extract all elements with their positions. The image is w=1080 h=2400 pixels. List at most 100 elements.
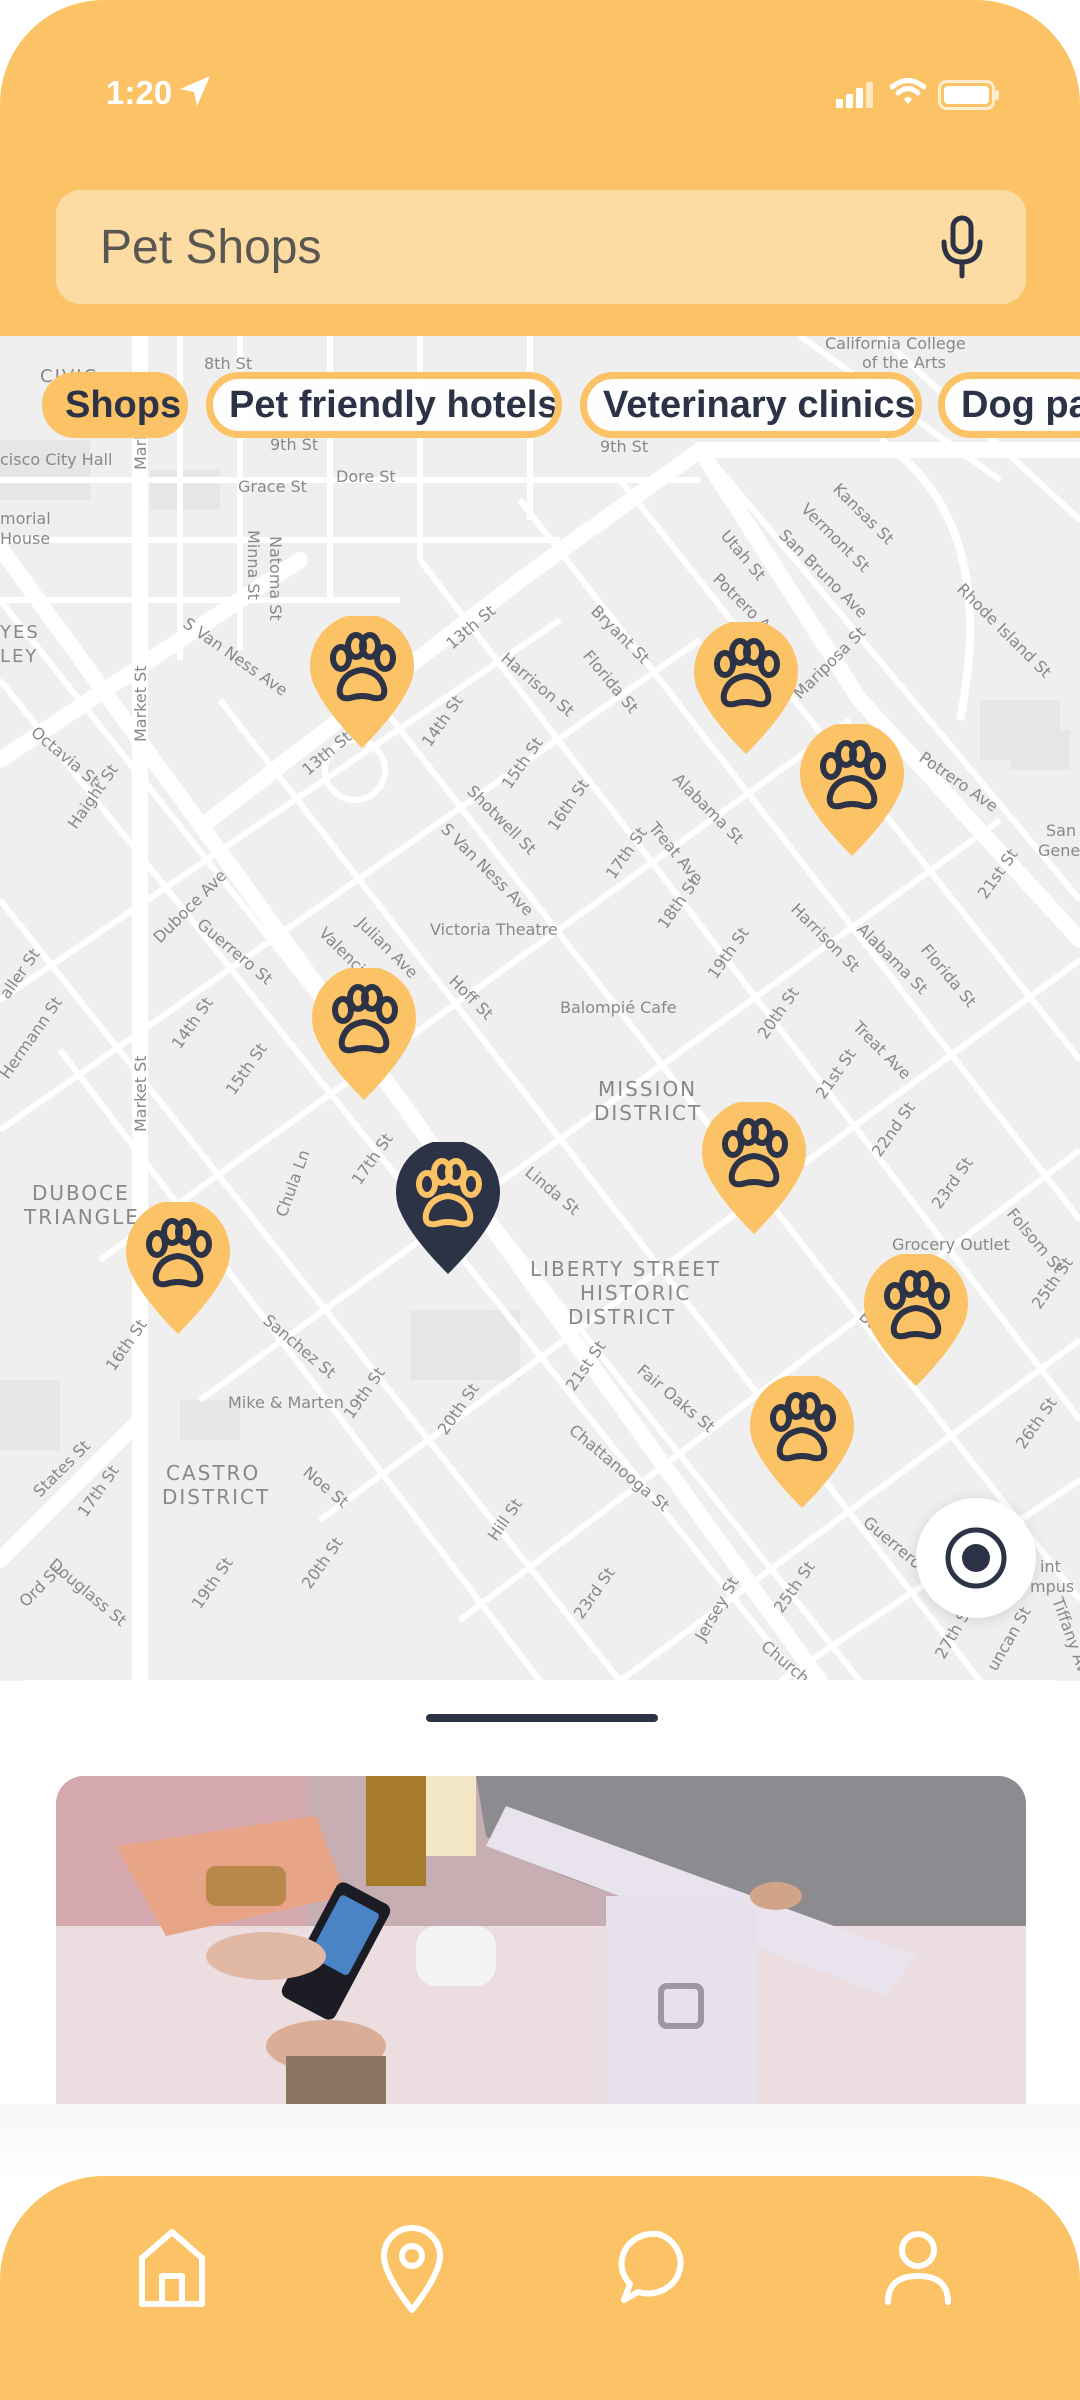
- wifi-icon: [890, 78, 926, 104]
- map-label: DISTRICT: [162, 1485, 270, 1509]
- map-label: Gener: [1038, 841, 1080, 860]
- map-label: Ord St: [15, 1562, 64, 1611]
- map-label: San Bruno Ave: [775, 525, 871, 621]
- map-label: Dore St: [336, 467, 396, 486]
- map-label: 26th St: [1012, 1394, 1061, 1453]
- filter-chip-row: Shops Pet friendly hotels Veterinary cli…: [0, 372, 1080, 438]
- pet-shop-pin-5[interactable]: [394, 1142, 502, 1278]
- chip-label: Shops: [65, 384, 182, 426]
- map-label: Fair Oaks St: [633, 1361, 718, 1437]
- map-label: Grocery Outlet: [892, 1235, 1010, 1254]
- map-label: Treat Ave: [848, 1017, 914, 1083]
- map-label: DUBOCE: [32, 1181, 130, 1205]
- map-label: Minna St: [244, 530, 263, 600]
- pet-shop-pin-8[interactable]: [862, 1254, 970, 1390]
- shop-photo[interactable]: [56, 1776, 1026, 2104]
- map-label: S Van Ness Ave: [180, 614, 292, 700]
- chip-label: Dog pa: [961, 384, 1080, 426]
- map-label: 20th St: [298, 1534, 347, 1593]
- locate-me-button[interactable]: [916, 1498, 1036, 1618]
- map-label: 15th St: [498, 734, 547, 793]
- sheet-drag-handle[interactable]: [426, 1714, 658, 1722]
- map-label: mpus: [1030, 1577, 1074, 1596]
- map-label: Market St: [131, 1055, 150, 1132]
- map-label: MISSION: [598, 1077, 697, 1101]
- map-label: 14th St: [168, 994, 217, 1053]
- profile-icon[interactable]: [868, 2216, 968, 2316]
- map-label: 15th St: [222, 1040, 271, 1099]
- pet-shop-pin-2[interactable]: [692, 622, 800, 758]
- pet-shop-pin-6[interactable]: [700, 1102, 808, 1238]
- map-label: 17th St: [348, 1130, 397, 1189]
- shop-photo-image: [56, 1776, 1026, 2104]
- screen: California College of the Arts CIVIC cis…: [0, 0, 1080, 2400]
- filter-chip-veterinary-clinics[interactable]: Veterinary clinics: [580, 372, 922, 438]
- target-icon: [945, 1527, 1007, 1589]
- map-label: Chula Ln: [272, 1147, 314, 1219]
- map-label: HISTORIC: [580, 1281, 691, 1305]
- map-label: San: [1046, 821, 1076, 840]
- search-input[interactable]: Pet Shops: [100, 220, 321, 275]
- map-label: YES: [0, 622, 40, 643]
- map-label: DISTRICT: [568, 1305, 676, 1329]
- map-label: of the Arts: [862, 353, 946, 372]
- map-label: TRIANGLE: [23, 1205, 140, 1229]
- pet-shop-pin-3[interactable]: [798, 724, 906, 860]
- map-canvas: California College of the Arts CIVIC cis…: [0, 336, 1080, 1681]
- map-label: LEY: [0, 646, 38, 667]
- map-label: Grace St: [238, 477, 307, 496]
- search-bar[interactable]: Pet Shops: [56, 190, 1026, 304]
- map-label: Hermann St: [0, 993, 66, 1082]
- map-label: Linda St: [521, 1163, 583, 1219]
- pet-shop-pin-7[interactable]: [124, 1202, 232, 1338]
- map-label: 8th St: [204, 354, 252, 373]
- map-label: 21st St: [812, 1045, 860, 1102]
- map-label: Noe St: [299, 1463, 352, 1512]
- map-label: Natoma St: [266, 536, 285, 621]
- map-label: 23rd St: [570, 1564, 619, 1623]
- results-sheet[interactable]: [0, 1680, 1080, 2104]
- app-header: 1:20 Pet Shops: [0, 0, 1080, 336]
- microphone-icon[interactable]: [936, 214, 988, 280]
- map-label: CASTRO: [166, 1461, 260, 1485]
- map-label: DISTRICT: [594, 1101, 702, 1125]
- map-label: Balompié Cafe: [560, 998, 677, 1017]
- map-label: Folsom St: [1003, 1204, 1068, 1276]
- map-label: cisco City Hall: [0, 450, 112, 469]
- map-label: LIBERTY STREET: [530, 1257, 721, 1281]
- map-label: 9th St: [600, 437, 648, 456]
- sheet-fade: [0, 2104, 1080, 2184]
- map-label: 19th St: [188, 1554, 237, 1613]
- map-label: Victoria Theatre: [430, 920, 558, 939]
- map-pin-icon[interactable]: [362, 2216, 462, 2316]
- battery-icon: [938, 80, 999, 110]
- pet-shop-pin-4[interactable]: [310, 968, 418, 1104]
- filter-chip-dog-parks[interactable]: Dog pa: [938, 372, 1080, 438]
- map-view[interactable]: California College of the Arts CIVIC cis…: [0, 336, 1080, 1681]
- map-label: 23rd St: [928, 1154, 977, 1213]
- map-label: Alabama St: [853, 919, 932, 998]
- filter-chip-shops[interactable]: Shops: [42, 372, 188, 438]
- map-label: Florida St: [917, 940, 980, 1010]
- chip-label: Pet friendly hotels: [229, 384, 559, 426]
- status-time: 1:20: [106, 74, 173, 111]
- map-label: California College: [825, 336, 966, 353]
- filter-chip-pet-friendly-hotels[interactable]: Pet friendly hotels: [206, 372, 562, 438]
- map-label: int: [1040, 1557, 1061, 1576]
- map-label: Mike & Marten: [228, 1393, 344, 1412]
- map-label: 19th St: [340, 1364, 389, 1423]
- home-icon[interactable]: [122, 2216, 222, 2316]
- pet-shop-pin-1[interactable]: [308, 616, 416, 752]
- map-label: Tiffany Ave: [1048, 1594, 1080, 1681]
- status-bar: 1:20: [0, 0, 1080, 190]
- chat-bubble-icon[interactable]: [608, 2216, 708, 2316]
- bottom-nav: [0, 2176, 1080, 2400]
- map-label: Jersey St: [691, 1574, 743, 1645]
- map-label: Market St: [131, 665, 150, 742]
- map-label: House: [0, 529, 50, 548]
- pet-shop-pin-9[interactable]: [748, 1376, 856, 1512]
- map-label: Douglass St: [45, 1555, 130, 1631]
- map-label: 19th St: [704, 924, 753, 983]
- map-label: morial: [0, 509, 51, 528]
- map-label: 16th St: [544, 776, 593, 835]
